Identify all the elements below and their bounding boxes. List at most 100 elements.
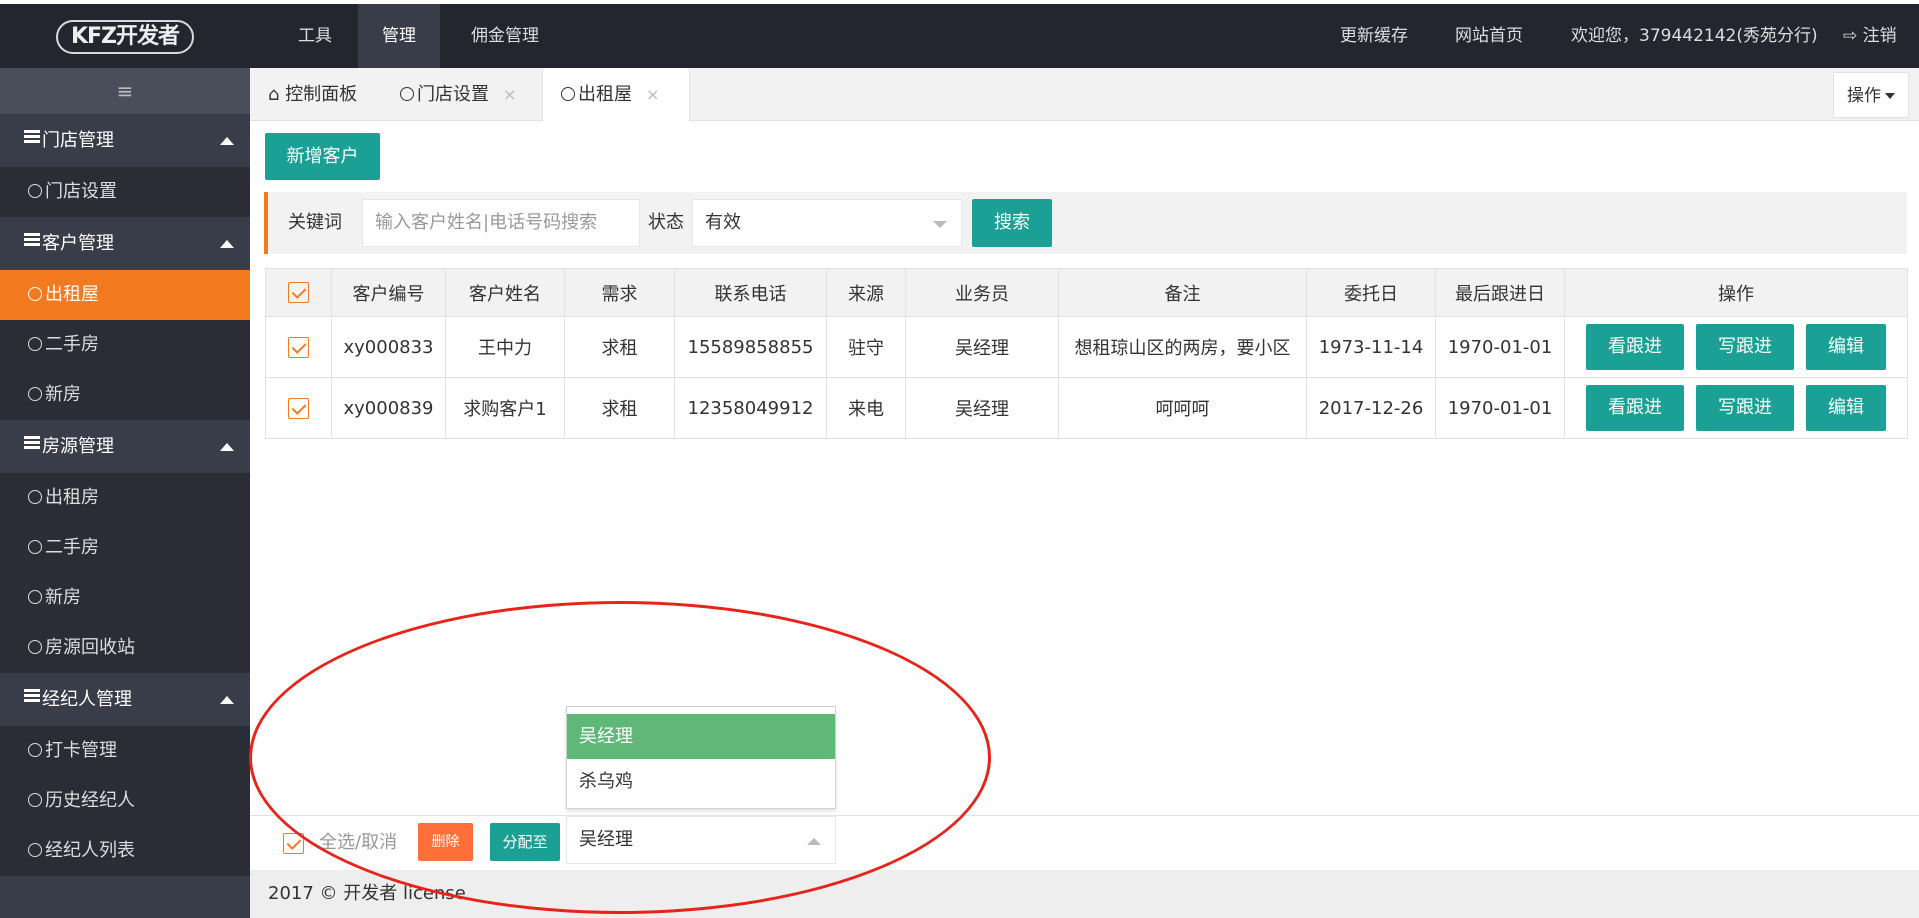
footer: 2017 © 开发者 license bbox=[250, 870, 1919, 918]
caret-up-icon bbox=[220, 137, 234, 145]
cell-actions: 看跟进 写跟进 编辑 bbox=[1564, 316, 1908, 378]
circle-icon bbox=[400, 87, 414, 101]
ops-label: 操作 bbox=[1847, 86, 1881, 106]
sidebar-item-new-customer[interactable]: 新房 bbox=[0, 370, 250, 420]
logout-icon: ⇨ bbox=[1843, 26, 1858, 46]
home-icon: ⌂ bbox=[268, 84, 280, 105]
row-checkbox-cell[interactable] bbox=[265, 377, 332, 439]
search-button[interactable]: 搜索 bbox=[972, 199, 1052, 247]
logout-link[interactable]: ⇨ 注销 bbox=[1843, 4, 1897, 68]
close-icon[interactable]: × bbox=[646, 85, 659, 104]
select-all-checkbox[interactable] bbox=[283, 833, 304, 854]
row-checkbox-cell[interactable] bbox=[265, 316, 332, 378]
sidebar-item-history-agents[interactable]: 历史经纪人 bbox=[0, 776, 250, 826]
main-content: ⌂ 控制面板 门店设置 × 出租屋 × 操作 新增客户 关键词 输入客户姓名|电话号… bbox=[250, 68, 1919, 918]
tab-dashboard[interactable]: ⌂ 控制面板 bbox=[250, 68, 380, 121]
sidebar-group-customer[interactable]: 客户管理 bbox=[0, 217, 250, 270]
sidebar-group-agent[interactable]: 经纪人管理 bbox=[0, 673, 250, 726]
top-header: KFZ开发者 工具 管理 佣金管理 更新缓存 网站首页 欢迎您，37944214… bbox=[0, 0, 1919, 68]
view-follow-button[interactable]: 看跟进 bbox=[1586, 324, 1684, 370]
chevron-up-icon bbox=[807, 838, 821, 845]
tab-operations-button[interactable]: 操作 bbox=[1833, 72, 1909, 118]
topnav-tools[interactable]: 工具 bbox=[280, 4, 350, 68]
sidebar-item-label: 出租屋 bbox=[45, 284, 99, 305]
sidebar-item-agent-list[interactable]: 经纪人列表 bbox=[0, 826, 250, 876]
sidebar-item-clock-in[interactable]: 打卡管理 bbox=[0, 726, 250, 776]
edit-button[interactable]: 编辑 bbox=[1806, 385, 1886, 431]
site-home-link[interactable]: 网站首页 bbox=[1455, 4, 1523, 68]
cell-source: 来电 bbox=[826, 377, 906, 439]
sidebar-toggle-icon[interactable]: ≡ bbox=[0, 68, 250, 114]
column-header: 操作 bbox=[1564, 268, 1908, 317]
checkbox-icon[interactable] bbox=[288, 282, 309, 304]
welcome-text: 欢迎您，379442142(秀苑分行) bbox=[1571, 26, 1818, 46]
checkbox-icon[interactable] bbox=[288, 336, 309, 358]
circle-icon bbox=[28, 184, 42, 198]
select-all-label[interactable]: 全选/取消 bbox=[319, 816, 397, 870]
cell-customer-id: xy000833 bbox=[331, 316, 446, 378]
cell-agent: 吴经理 bbox=[905, 316, 1059, 378]
topnav-manage[interactable]: 管理 bbox=[358, 4, 440, 68]
cell-source: 驻守 bbox=[826, 316, 906, 378]
column-header: 备注 bbox=[1058, 268, 1307, 317]
write-follow-button[interactable]: 写跟进 bbox=[1696, 324, 1794, 370]
circle-icon bbox=[28, 590, 42, 604]
sidebar-item-store-settings[interactable]: 门店设置 bbox=[0, 167, 250, 217]
dropdown-option[interactable]: 杀乌鸡 bbox=[567, 759, 835, 804]
sidebar-group-store[interactable]: 门店管理 bbox=[0, 114, 250, 167]
dropdown-option[interactable]: 吴经理 bbox=[567, 714, 835, 759]
circle-icon bbox=[28, 387, 42, 401]
cell-commission-date: 1973-11-14 bbox=[1306, 316, 1436, 378]
menu-icon bbox=[24, 231, 40, 248]
sidebar-group-property[interactable]: 房源管理 bbox=[0, 420, 250, 473]
close-icon[interactable]: × bbox=[503, 85, 516, 104]
sidebar: ≡ 门店管理 门店设置 客户管理 出租屋 二手房 新房 房源管理 出租房 二手房… bbox=[0, 68, 250, 918]
status-select[interactable]: 有效 bbox=[692, 199, 962, 247]
edit-button[interactable]: 编辑 bbox=[1806, 324, 1886, 370]
view-follow-button[interactable]: 看跟进 bbox=[1586, 385, 1684, 431]
cell-phone: 12358049912 bbox=[674, 377, 827, 439]
tab-store-settings[interactable]: 门店设置 × bbox=[380, 68, 542, 121]
column-header: 来源 bbox=[826, 268, 906, 317]
circle-icon bbox=[28, 287, 42, 301]
cell-customer-name: 王中力 bbox=[445, 316, 565, 378]
sidebar-item-new-property[interactable]: 新房 bbox=[0, 573, 250, 623]
tab-rental[interactable]: 出租屋 × bbox=[542, 68, 690, 122]
sidebar-item-secondhand-property[interactable]: 二手房 bbox=[0, 523, 250, 573]
delete-button[interactable]: 删除 bbox=[418, 823, 473, 861]
circle-icon bbox=[28, 490, 42, 504]
caret-down-icon bbox=[1885, 93, 1895, 99]
add-customer-button[interactable]: 新增客户 bbox=[265, 133, 380, 180]
menu-icon bbox=[24, 687, 40, 704]
sidebar-item-secondhand-customer[interactable]: 二手房 bbox=[0, 320, 250, 370]
assign-dropdown-menu: 吴经理 杀乌鸡 bbox=[566, 706, 836, 809]
circle-icon bbox=[28, 743, 42, 757]
sidebar-item-label: 历史经纪人 bbox=[45, 790, 135, 811]
sidebar-item-rental-customer[interactable]: 出租屋 bbox=[0, 270, 250, 320]
caret-up-icon bbox=[220, 443, 234, 451]
column-header: 客户姓名 bbox=[445, 268, 565, 317]
keyword-search-input[interactable]: 输入客户姓名|电话号码搜索 bbox=[362, 199, 640, 247]
menu-icon bbox=[24, 434, 40, 451]
write-follow-button[interactable]: 写跟进 bbox=[1696, 385, 1794, 431]
logo[interactable]: KFZ开发者 bbox=[56, 20, 194, 54]
cell-actions: 看跟进 写跟进 编辑 bbox=[1564, 377, 1908, 439]
menu-icon bbox=[24, 128, 40, 145]
sidebar-item-label: 新房 bbox=[45, 384, 81, 405]
topnav-commission[interactable]: 佣金管理 bbox=[450, 4, 560, 68]
circle-icon bbox=[28, 337, 42, 351]
bottom-action-bar: 全选/取消 删除 分配至 吴经理 bbox=[250, 815, 1919, 870]
assign-to-button[interactable]: 分配至 bbox=[490, 823, 560, 861]
search-bar: 关键词 输入客户姓名|电话号码搜索 状态 有效 搜索 bbox=[264, 192, 1907, 254]
refresh-cache-link[interactable]: 更新缓存 bbox=[1340, 4, 1408, 68]
assign-agent-select[interactable]: 吴经理 bbox=[566, 816, 836, 864]
column-header: 业务员 bbox=[905, 268, 1059, 317]
sidebar-item-recycle-bin[interactable]: 房源回收站 bbox=[0, 623, 250, 673]
checkbox-icon[interactable] bbox=[288, 397, 309, 419]
sidebar-group-label: 经纪人管理 bbox=[42, 689, 132, 710]
sidebar-item-label: 门店设置 bbox=[45, 181, 117, 202]
select-all-header[interactable] bbox=[265, 268, 332, 317]
sidebar-item-rental-property[interactable]: 出租房 bbox=[0, 473, 250, 523]
sidebar-item-label: 二手房 bbox=[45, 537, 99, 558]
cell-demand: 求租 bbox=[564, 316, 675, 378]
